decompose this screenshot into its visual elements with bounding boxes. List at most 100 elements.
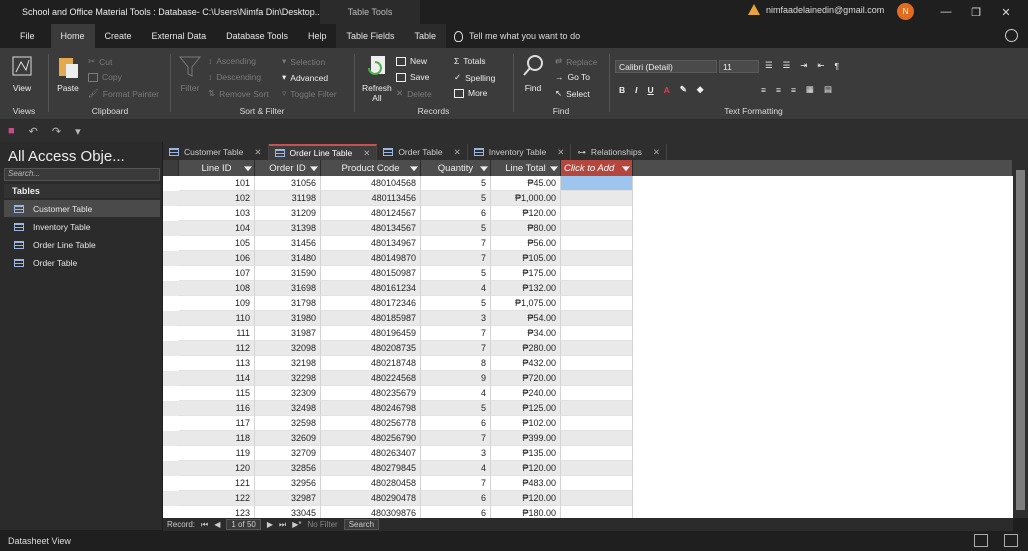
close-icon[interactable]: ✕	[992, 3, 1020, 21]
table-cell[interactable]: 7	[421, 431, 491, 446]
table-cell[interactable]: 32198	[255, 356, 321, 371]
table-cell[interactable]: ₱132.00	[491, 281, 561, 296]
table-cell[interactable]: 480134567	[321, 221, 421, 236]
datasheet-view-icon[interactable]	[974, 534, 988, 547]
table-cell[interactable]	[561, 341, 633, 356]
table-cell[interactable]: 480161234	[321, 281, 421, 296]
table-row[interactable]: 119 32709 480263407 3 ₱135.00	[163, 446, 633, 461]
table-cell[interactable]	[561, 236, 633, 251]
bold-icon[interactable]: B	[619, 85, 625, 95]
table-cell[interactable]: 6	[421, 506, 491, 518]
nav-item-order-table[interactable]: Order Table	[4, 254, 160, 271]
table-cell[interactable]	[561, 401, 633, 416]
table-cell[interactable]: 32298	[255, 371, 321, 386]
table-row[interactable]: 123 33045 480309876 6 ₱180.00	[163, 506, 633, 518]
table-cell[interactable]: 31980	[255, 311, 321, 326]
table-cell[interactable]: ₱180.00	[491, 506, 561, 518]
advanced-button[interactable]: ▾ Advanced	[282, 72, 328, 83]
doc-tab-customer-table[interactable]: Customer Table ✕	[163, 144, 269, 160]
table-cell[interactable]	[561, 251, 633, 266]
save-icon[interactable]: ■	[8, 125, 15, 137]
table-cell[interactable]	[561, 446, 633, 461]
table-cell[interactable]: 31480	[255, 251, 321, 266]
table-cell[interactable]: ₱105.00	[491, 251, 561, 266]
feedback-smiley-icon[interactable]	[1005, 29, 1018, 42]
table-cell[interactable]: 114	[179, 371, 255, 386]
account-email[interactable]: nimfaadelainedin@gmail.com	[766, 5, 884, 15]
column-header-order-id[interactable]: Order ID	[255, 160, 321, 176]
doc-tab-relationships[interactable]: ⊶ Relationships ✕	[571, 144, 667, 160]
table-cell[interactable]: 31056	[255, 176, 321, 191]
table-cell[interactable]	[561, 221, 633, 236]
table-cell[interactable]: 32609	[255, 431, 321, 446]
table-row[interactable]: 122 32987 480290478 6 ₱120.00	[163, 491, 633, 506]
table-cell[interactable]: 480256790	[321, 431, 421, 446]
table-cell[interactable]: 5	[421, 221, 491, 236]
tab-external-data[interactable]: External Data	[142, 24, 217, 48]
table-cell[interactable]: 112	[179, 341, 255, 356]
numbering-icon[interactable]: ☰	[783, 60, 791, 71]
ascending-button[interactable]: ↕ Ascending	[208, 56, 256, 66]
table-cell[interactable]: 121	[179, 476, 255, 491]
view-button[interactable]: View	[10, 54, 34, 93]
rtl-icon[interactable]: ¶	[835, 61, 840, 71]
table-cell[interactable]: ₱80.00	[491, 221, 561, 236]
table-row[interactable]: 118 32609 480256790 7 ₱399.00	[163, 431, 633, 446]
table-cell[interactable]: 31698	[255, 281, 321, 296]
spelling-button[interactable]: ✓ Spelling	[454, 72, 495, 83]
close-tab-icon[interactable]: ✕	[454, 147, 461, 158]
table-cell[interactable]: 109	[179, 296, 255, 311]
table-cell[interactable]	[561, 386, 633, 401]
tab-database-tools[interactable]: Database Tools	[216, 24, 298, 48]
table-row[interactable]: 117 32598 480256778 6 ₱102.00	[163, 416, 633, 431]
table-row[interactable]: 103 31209 480124567 6 ₱120.00	[163, 206, 633, 221]
table-cell[interactable]: ₱135.00	[491, 446, 561, 461]
vertical-scrollbar[interactable]	[1013, 160, 1028, 518]
selection-button[interactable]: ▾ Selection	[282, 56, 325, 67]
table-cell[interactable]: 106	[179, 251, 255, 266]
close-tab-icon[interactable]: ✕	[363, 148, 370, 159]
table-cell[interactable]	[561, 506, 633, 518]
table-cell[interactable]: 123	[179, 506, 255, 518]
find-button[interactable]: Find	[521, 54, 545, 93]
doc-tab-inventory-table[interactable]: Inventory Table ✕	[468, 144, 572, 160]
table-cell[interactable]: 116	[179, 401, 255, 416]
table-cell[interactable]: 480280458	[321, 476, 421, 491]
nav-item-customer-table[interactable]: Customer Table	[4, 200, 160, 217]
table-cell[interactable]: 122	[179, 491, 255, 506]
descending-button[interactable]: ↕ Descending	[208, 72, 261, 82]
table-cell[interactable]: ₱56.00	[491, 236, 561, 251]
table-row[interactable]: 113 32198 480218748 8 ₱432.00	[163, 356, 633, 371]
table-cell[interactable]: 110	[179, 311, 255, 326]
outdent-icon[interactable]: ⇤	[817, 60, 824, 71]
minimize-icon[interactable]: —	[932, 3, 960, 21]
table-cell[interactable]: 480224568	[321, 371, 421, 386]
table-cell[interactable]: 480279845	[321, 461, 421, 476]
nav-item-inventory-table[interactable]: Inventory Table	[4, 218, 160, 235]
table-row[interactable]: 107 31590 480150987 5 ₱175.00	[163, 266, 633, 281]
highlight-icon[interactable]: ✎	[680, 84, 687, 95]
table-cell[interactable]: ₱432.00	[491, 356, 561, 371]
select-button[interactable]: ↖ Select	[555, 88, 590, 99]
table-cell[interactable]: 31209	[255, 206, 321, 221]
close-tab-icon[interactable]: ✕	[653, 147, 660, 158]
table-cell[interactable]: ₱483.00	[491, 476, 561, 491]
click-to-add-column[interactable]: Click to Add	[561, 160, 633, 176]
table-cell[interactable]	[561, 206, 633, 221]
nav-search-input[interactable]: Search...	[4, 168, 160, 181]
table-cell[interactable]: 480235679	[321, 386, 421, 401]
undo-icon[interactable]: ↶	[29, 125, 38, 138]
table-cell[interactable]: 32309	[255, 386, 321, 401]
table-cell[interactable]: 480124567	[321, 206, 421, 221]
table-cell[interactable]: ₱399.00	[491, 431, 561, 446]
new-record-button[interactable]: New	[396, 56, 427, 66]
tab-table-fields[interactable]: Table Fields	[336, 24, 405, 48]
table-cell[interactable]: ₱120.00	[491, 491, 561, 506]
column-header-line-total[interactable]: Line Total	[491, 160, 561, 176]
table-cell[interactable]: 103	[179, 206, 255, 221]
restore-icon[interactable]: ❐	[962, 3, 990, 21]
table-row[interactable]: 110 31980 480185987 3 ₱54.00	[163, 311, 633, 326]
font-color-icon[interactable]: A	[664, 85, 670, 95]
table-cell[interactable]: 6	[421, 416, 491, 431]
table-cell[interactable]: 480113456	[321, 191, 421, 206]
